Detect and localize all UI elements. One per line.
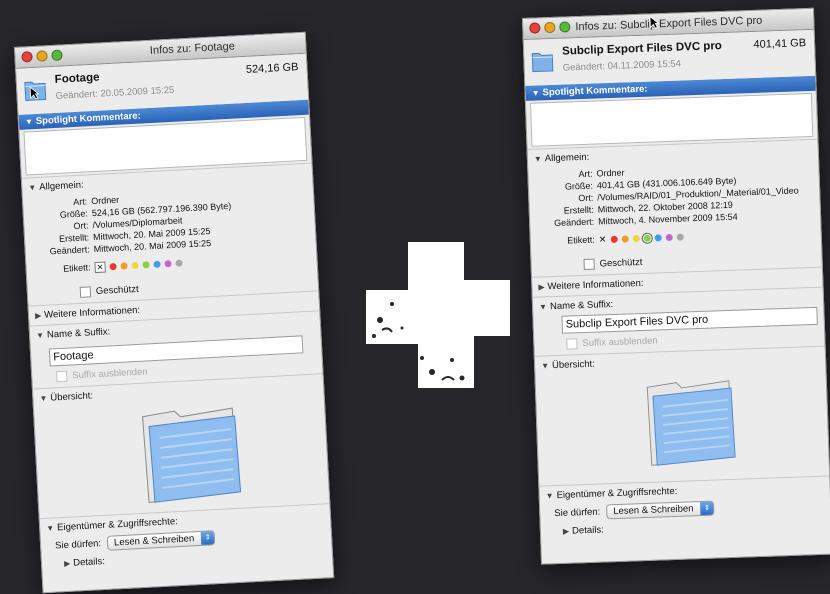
folder-preview-icon — [141, 407, 242, 504]
label-blue[interactable] — [153, 260, 161, 268]
disclosure-triangle-icon: ▼ — [39, 393, 48, 404]
label-red[interactable] — [109, 262, 117, 270]
info-window-footage: Infos zu: Footage Footage Geändert: 20.0… — [14, 31, 335, 594]
checkbox-label: Suffix ausblenden — [582, 335, 658, 350]
traffic-lights — [21, 49, 63, 63]
disclosure-triangle-icon: ▼ — [46, 523, 55, 533]
plus-icon — [366, 242, 510, 388]
info-window-subclip: Infos zu: Subclip Export Files DVC pro S… — [522, 7, 830, 565]
checkbox[interactable] — [79, 286, 92, 298]
label-purple[interactable] — [164, 259, 172, 267]
disclosure-triangle-icon: ▼ — [531, 88, 540, 98]
label-orange[interactable] — [621, 234, 629, 243]
section-label: Allgemein: — [39, 179, 84, 193]
modified-date: Geändert: 04.11.2009 15:54 — [562, 58, 682, 74]
checkbox — [56, 370, 68, 383]
disclosure-triangle-icon: ▶ — [562, 526, 570, 536]
disclosure-triangle-icon: ▶ — [63, 558, 71, 569]
label-red[interactable] — [610, 235, 618, 243]
disclosure-triangle-icon: ▼ — [28, 183, 37, 193]
zoom-button[interactable] — [559, 21, 571, 33]
minimize-button[interactable] — [544, 21, 556, 34]
section-label: Details: — [72, 555, 106, 569]
close-button[interactable] — [529, 22, 541, 34]
file-size: 524,16 GB — [245, 61, 299, 76]
preview-area — [34, 391, 329, 516]
label-orange[interactable] — [120, 261, 128, 270]
label-yellow[interactable] — [632, 234, 640, 242]
section-label: Weitere Informationen: — [43, 304, 141, 321]
folder-preview-icon — [646, 380, 736, 466]
popup-arrows-icon: ⇕ — [700, 501, 714, 516]
popup-value: Lesen & Schreiben — [613, 503, 694, 518]
popup-value: Lesen & Schreiben — [113, 533, 195, 549]
section-label: Weitere Informationen: — [547, 277, 644, 293]
label-yellow[interactable] — [131, 261, 139, 269]
disclosure-triangle-icon: ▼ — [538, 302, 548, 312]
mouse-cursor-icon — [649, 15, 660, 29]
close-button[interactable] — [21, 51, 33, 63]
disclosure-triangle-icon: ▼ — [35, 330, 45, 341]
spotlight-comments-field[interactable] — [529, 92, 814, 147]
info-key: Etikett: — [62, 262, 91, 274]
permissions-popup[interactable]: Lesen & Schreiben ⇕ — [605, 500, 715, 520]
mouse-cursor-icon — [29, 86, 40, 100]
checkbox — [566, 338, 578, 350]
modified-date: Geändert: 20.05.2009 15:25 — [55, 84, 175, 102]
disclosure-triangle-icon: ▼ — [545, 491, 554, 501]
info-key: Geändert: — [49, 244, 90, 257]
section-label: Details: — [571, 524, 604, 537]
general-info: Art: Ordner Größe: 401,41 GB (431.006.106.… — [528, 157, 822, 275]
permissions-label: Sie dürfen: — [54, 538, 102, 552]
popup-arrows-icon: ⇕ — [200, 531, 215, 545]
label-gray[interactable] — [175, 258, 183, 267]
section-label: Name & Suffix: — [549, 298, 614, 313]
label-row: Etikett: ✕ — [531, 226, 821, 248]
disclosure-triangle-icon: ▶ — [34, 310, 42, 321]
traffic-lights — [529, 21, 571, 34]
file-name: Subclip Export Files DVC pro — [561, 40, 723, 58]
general-info: Art: Ordner Größe: 524,16 GB (562.797.196.… — [23, 181, 318, 304]
minimize-button[interactable] — [36, 50, 48, 62]
section-label: Spotlight Kommentare: — [542, 83, 648, 99]
label-gray[interactable] — [676, 233, 684, 241]
checkbox[interactable] — [583, 258, 595, 270]
permissions-popup[interactable]: Lesen & Schreiben ⇕ — [106, 530, 216, 551]
no-label-button[interactable]: ✕ — [94, 261, 106, 273]
label-green[interactable] — [142, 260, 150, 269]
zoom-button[interactable] — [51, 49, 63, 62]
checkbox-label: Suffix ausblenden — [72, 366, 148, 382]
file-size: 401,41 GB — [753, 37, 807, 51]
checkbox-label: Geschützt — [599, 256, 643, 270]
label-green[interactable] — [641, 232, 653, 244]
disclosure-triangle-icon: ▼ — [24, 117, 34, 127]
label-purple[interactable] — [665, 233, 673, 241]
section-label: Übersicht: — [50, 390, 94, 404]
info-key: Etikett: — [567, 234, 595, 246]
color-labels: ✕ — [599, 226, 821, 246]
disclosure-triangle-icon: ▶ — [538, 282, 545, 292]
section-label: Allgemein: — [544, 151, 590, 165]
window-title: Infos zu: Subclip Export Files DVC pro — [575, 14, 763, 34]
section-label: Name & Suffix: — [46, 326, 111, 341]
disclosure-triangle-icon: ▼ — [533, 154, 543, 164]
preview-area — [535, 364, 829, 484]
file-name: Footage — [54, 71, 100, 86]
info-key: Geändert: — [553, 216, 595, 229]
folder-icon — [531, 52, 554, 73]
disclosure-triangle-icon: ▼ — [541, 361, 550, 371]
no-label-button[interactable]: ✕ — [599, 233, 607, 245]
label-blue[interactable] — [654, 233, 662, 242]
section-label: Übersicht: — [551, 358, 596, 372]
permissions-label: Sie dürfen: — [554, 506, 601, 520]
checkbox-label: Geschützt — [95, 283, 139, 298]
